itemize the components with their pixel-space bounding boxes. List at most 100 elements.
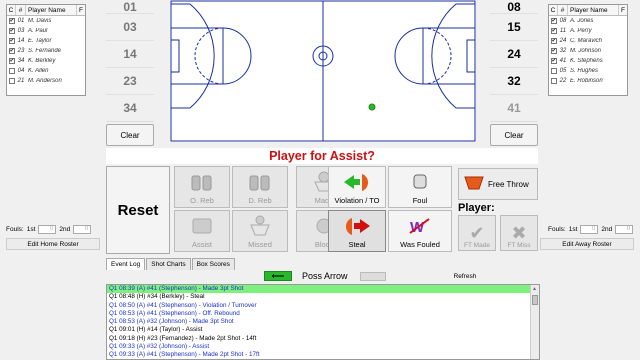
col-fouls[interactable]: F: [619, 5, 627, 15]
missed-button[interactable]: Missed: [232, 210, 288, 252]
away-player-button[interactable]: 41: [490, 95, 538, 122]
log-entry[interactable]: Q1 09:01 (H) #14 (Taylor) - Assist: [107, 326, 539, 334]
away-player-button[interactable]: 24: [490, 41, 538, 68]
col-number[interactable]: #: [558, 5, 568, 15]
shot-marker: [368, 103, 376, 111]
roster-row[interactable]: 21 M. Anderson: [7, 76, 85, 86]
roster-row[interactable]: ✔ 01 M. Davis: [7, 16, 85, 26]
roster-row[interactable]: ✔ 23 S. Fernande: [7, 46, 85, 56]
fouls-label: Fouls:: [6, 226, 24, 233]
roster-row[interactable]: ✔ 08 A. Jones: [549, 16, 627, 26]
ft-miss-button[interactable]: ✖ FT Miss: [500, 215, 538, 251]
violation-arrow-icon: [342, 167, 372, 196]
roster-row[interactable]: ✔ 34 K. Berkley: [7, 56, 85, 66]
event-log-scrollbar[interactable]: ▲: [530, 285, 539, 359]
roster-checkbox[interactable]: [549, 68, 558, 74]
roster-checkbox[interactable]: ✔: [7, 38, 16, 44]
roster-checkbox[interactable]: ✔: [549, 58, 558, 64]
basketball-court[interactable]: [170, 0, 476, 142]
home-player-button[interactable]: 23: [106, 68, 154, 95]
roster-checkbox[interactable]: ✔: [549, 18, 558, 24]
ft-miss-label: FT Miss: [507, 242, 531, 249]
reset-button[interactable]: Reset: [106, 166, 170, 254]
away-player-button[interactable]: 15: [490, 14, 538, 41]
poss-arrow-left-button[interactable]: ⟵: [264, 271, 292, 281]
home-clear-button[interactable]: Clear: [106, 124, 154, 146]
log-entry[interactable]: Q1 08:50 (A) #41 (Stephenson) - Violatio…: [107, 302, 539, 310]
roster-checkbox[interactable]: [7, 68, 16, 74]
home-player-button[interactable]: 14: [106, 41, 154, 68]
col-fouls[interactable]: F: [77, 5, 85, 15]
log-entry[interactable]: Q1 09:18 (H) #23 (Fernandez) - Made 2pt …: [107, 335, 539, 343]
away-roster-list[interactable]: C # Player Name F ✔ 08 A. Jones ✔ 11 A. Perry…: [548, 4, 628, 96]
refresh-button[interactable]: Refresh: [396, 271, 534, 281]
roster-checkbox[interactable]: ✔: [7, 18, 16, 24]
poss-arrow-right-button[interactable]: [360, 271, 386, 281]
away-player-button[interactable]: 32: [490, 68, 538, 95]
away-fouls-first[interactable]: 0: [580, 225, 599, 234]
roster-row[interactable]: ✔ 11 A. Perry: [549, 26, 627, 36]
col-number[interactable]: #: [16, 5, 26, 15]
free-throw-button[interactable]: Free Throw: [458, 168, 538, 200]
scroll-up-icon[interactable]: ▲: [532, 286, 537, 292]
roster-checkbox[interactable]: ✔: [549, 28, 558, 34]
col-player-name[interactable]: Player Name: [568, 5, 619, 15]
log-entry[interactable]: Q1 08:53 (A) #41 (Stephenson) - Off. Reb…: [107, 310, 539, 318]
o-reb-button[interactable]: O. Reb: [174, 166, 230, 208]
player-name: K. Stephens: [570, 58, 603, 64]
away-clear-button[interactable]: Clear: [490, 124, 538, 146]
home-player-button[interactable]: 34: [106, 95, 154, 122]
home-player-button[interactable]: 01: [106, 0, 154, 14]
col-c[interactable]: C: [549, 5, 558, 15]
assist-icon: [189, 211, 215, 240]
roster-checkbox[interactable]: ✔: [7, 28, 16, 34]
home-fouls-first[interactable]: 0: [38, 225, 57, 234]
away-player-button[interactable]: 08: [490, 0, 538, 14]
tab-box-scores[interactable]: Box Scores: [191, 258, 235, 270]
home-player-button[interactable]: 03: [106, 14, 154, 41]
player-name: K. Allen: [28, 68, 49, 74]
log-entry[interactable]: Q1 08:53 (A) #32 (Johnson) - Made 3pt Sh…: [107, 318, 539, 326]
tab-event-log[interactable]: Event Log: [106, 258, 146, 270]
col-c[interactable]: C: [7, 5, 16, 15]
col-player-name[interactable]: Player Name: [26, 5, 77, 15]
roster-row[interactable]: 22 E. Robinson: [549, 76, 627, 86]
edit-home-roster-button[interactable]: Edit Home Roster: [6, 238, 100, 250]
roster-checkbox[interactable]: ✔: [7, 48, 16, 54]
foul-button[interactable]: Foul: [388, 166, 452, 208]
log-entry[interactable]: Q1 09:33 (A) #41 (Stephenson) - Made 2pt…: [107, 351, 539, 359]
player-number: 34: [17, 58, 25, 64]
roster-row[interactable]: 04 K. Allen: [7, 66, 85, 76]
log-entry[interactable]: Q1 09:33 (A) #32 (Johnson) - Assist: [107, 343, 539, 351]
home-fouls-second[interactable]: 0: [73, 225, 92, 234]
d-reb-button[interactable]: D. Reb: [232, 166, 288, 208]
assist-button[interactable]: Assist: [174, 210, 230, 252]
tab-shot-charts[interactable]: Shot Charts: [146, 258, 191, 270]
log-entry[interactable]: Q1 08:48 (H) #34 (Berkley) - Steal: [107, 293, 539, 301]
scrollbar-thumb[interactable]: [532, 295, 538, 305]
edit-away-roster-button[interactable]: Edit Away Roster: [540, 238, 634, 250]
player-name: A. Jones: [570, 18, 594, 24]
event-log-list[interactable]: Q1 08:39 (A) #41 (Stephenson) - Made 3pt…: [106, 284, 540, 360]
steal-button[interactable]: Steal: [328, 210, 386, 252]
roster-checkbox[interactable]: ✔: [549, 38, 558, 44]
violation-button[interactable]: Violation / TO: [328, 166, 386, 208]
roster-row[interactable]: ✔ 41 K. Stephens: [549, 56, 627, 66]
roster-checkbox[interactable]: [549, 78, 558, 84]
roster-row[interactable]: ✔ 14 E. Taylor: [7, 36, 85, 46]
player-number: 08: [559, 18, 567, 24]
roster-checkbox[interactable]: ✔: [7, 58, 16, 64]
ft-made-button[interactable]: ✔ FT Made: [458, 215, 496, 251]
player-name: S. Hughes: [570, 68, 599, 74]
roster-row[interactable]: 05 S. Hughes: [549, 66, 627, 76]
roster-row[interactable]: ✔ 24 C. Maravich: [549, 36, 627, 46]
away-fouls-second[interactable]: 0: [615, 225, 634, 234]
roster-row[interactable]: ✔ 03 A. Paul: [7, 26, 85, 36]
roster-checkbox[interactable]: [7, 78, 16, 84]
home-roster-list[interactable]: C # Player Name F ✔ 01 M. Davis ✔ 03 A. Paul ✔…: [6, 4, 86, 96]
was-fouled-button[interactable]: W Was Fouled: [388, 210, 452, 252]
log-entry[interactable]: Q1 08:39 (A) #41 (Stephenson) - Made 3pt…: [107, 285, 539, 294]
roster-row[interactable]: ✔ 32 M. Johnson: [549, 46, 627, 56]
first-half-label: 1st: [568, 226, 578, 233]
roster-checkbox[interactable]: ✔: [549, 48, 558, 54]
